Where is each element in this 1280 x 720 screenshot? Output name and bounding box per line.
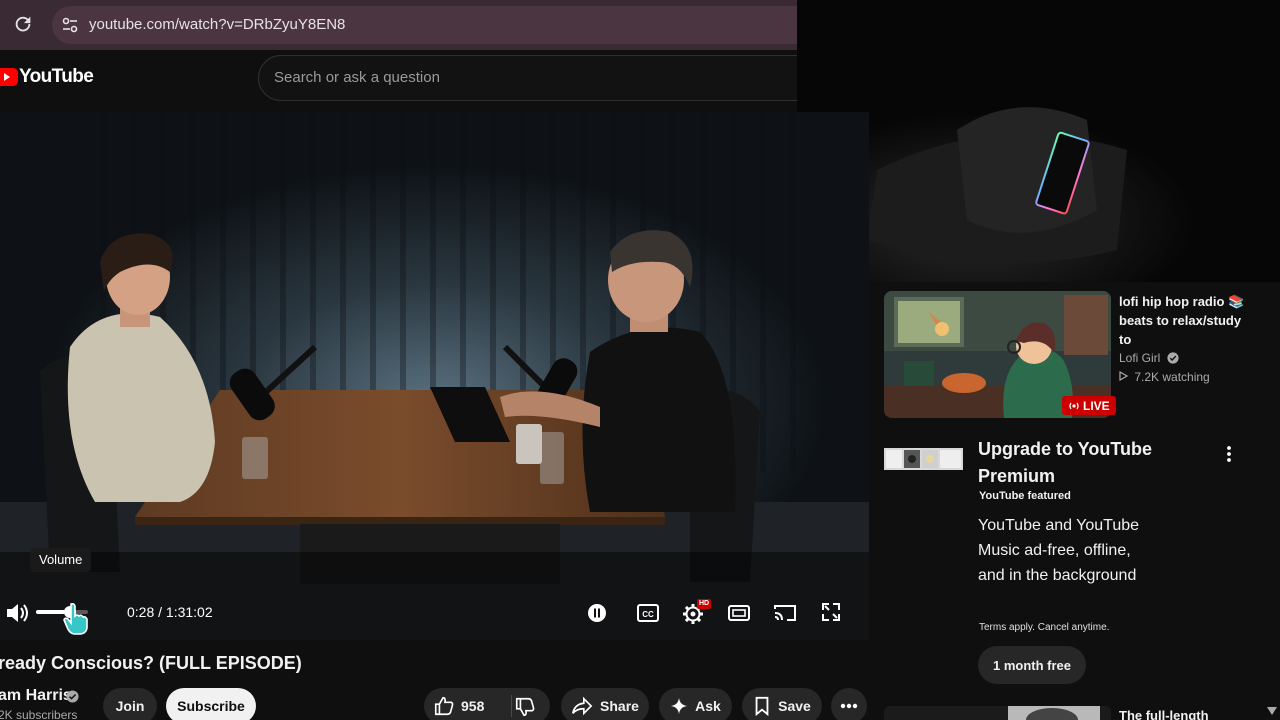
volume-icon[interactable] xyxy=(4,601,30,625)
live-broadcast-icon xyxy=(1069,402,1079,409)
dislike-icon[interactable] xyxy=(514,696,536,718)
youtube-header: YouTube Search or ask a question xyxy=(0,50,818,112)
bookmark-icon xyxy=(755,696,769,716)
lofi-channel-name[interactable]: Lofi Girl xyxy=(1119,351,1179,365)
reload-icon[interactable] xyxy=(12,13,34,35)
webcam-image xyxy=(797,0,1280,282)
next-video-image xyxy=(884,706,1111,720)
more-actions-button[interactable] xyxy=(831,688,867,720)
lofi-watching-text: 7.2K watching xyxy=(1134,370,1210,384)
join-button[interactable]: Join xyxy=(103,688,157,720)
search-placeholder: Search or ask a question xyxy=(274,69,440,86)
premium-terms: Terms apply. Cancel anytime. xyxy=(979,622,1110,633)
scroll-down-arrow-icon[interactable] xyxy=(1266,706,1278,716)
next-video-thumbnail[interactable] xyxy=(884,706,1111,720)
free-trial-button[interactable]: 1 month free xyxy=(978,646,1086,684)
share-button[interactable]: Share xyxy=(561,688,649,720)
verified-badge-icon xyxy=(1167,352,1179,364)
youtube-wordmark: YouTube xyxy=(19,66,94,87)
lofi-video-title[interactable]: lofi hip hop radio 📚 beats to relax/stud… xyxy=(1119,292,1249,349)
more-horizontal-icon xyxy=(840,703,858,709)
free-trial-label: 1 month free xyxy=(992,657,1071,673)
youtube-logo[interactable]: YouTube xyxy=(0,66,94,88)
live-label: LIVE xyxy=(1083,398,1110,413)
share-label: Share xyxy=(600,698,639,714)
hd-badge: HD xyxy=(697,599,712,609)
ask-button[interactable]: Ask xyxy=(659,688,732,720)
video-title: ready Conscious? (FULL EPISODE) xyxy=(0,653,302,673)
webcam-overlay xyxy=(797,0,1280,282)
premium-title[interactable]: Upgrade to YouTube Premium xyxy=(978,436,1178,490)
browser-toolbar: youtube.com/watch?v=DRbZyuY8EN8 xyxy=(0,0,797,50)
ask-label: Ask xyxy=(695,698,721,714)
save-label: Save xyxy=(778,698,811,714)
like-dislike-bar: 958 xyxy=(424,688,550,720)
subscribe-button[interactable]: Subscribe xyxy=(166,688,256,720)
settings-button[interactable]: HD xyxy=(681,599,712,627)
search-input[interactable]: Search or ask a question xyxy=(258,55,818,101)
youtube-play-logo-icon xyxy=(0,68,18,86)
like-icon[interactable] xyxy=(433,695,455,717)
lofi-channel-text: Lofi Girl xyxy=(1119,351,1161,365)
share-icon xyxy=(572,696,593,716)
site-settings-icon[interactable] xyxy=(60,15,80,35)
subscriber-count: 2K subscribers xyxy=(0,708,78,720)
sparkle-icon xyxy=(671,697,688,715)
closed-captions-icon[interactable]: CC xyxy=(636,601,660,625)
save-button[interactable]: Save xyxy=(742,688,822,720)
time-display: 0:28 / 1:31:02 xyxy=(127,604,213,620)
pause-icon[interactable] xyxy=(586,602,608,624)
join-label: Join xyxy=(115,698,145,714)
video-frame xyxy=(0,112,869,640)
premium-description: YouTube and YouTube Music ad-free, offli… xyxy=(978,517,1140,584)
theater-mode-icon[interactable] xyxy=(727,601,751,625)
fullscreen-icon[interactable] xyxy=(820,601,842,623)
more-vertical-icon[interactable] xyxy=(1224,444,1234,464)
player-controls: 0:28 / 1:31:02 CC HD xyxy=(0,590,869,636)
video-player[interactable] xyxy=(0,112,869,640)
volume-tooltip: Volume xyxy=(30,548,92,572)
channel-name[interactable]: am Harris xyxy=(0,687,72,705)
address-bar[interactable]: youtube.com/watch?v=DRbZyuY8EN8 xyxy=(52,6,797,44)
next-video-title[interactable]: The full-length xyxy=(1119,708,1209,720)
like-count: 958 xyxy=(461,698,485,714)
url-text[interactable]: youtube.com/watch?v=DRbZyuY8EN8 xyxy=(89,16,345,33)
hand-cursor-icon xyxy=(63,602,88,635)
cast-icon[interactable] xyxy=(773,601,797,625)
lofi-watching-count: 7.2K watching xyxy=(1119,370,1210,384)
live-badge: LIVE xyxy=(1062,396,1116,415)
premium-promo-thumbnail[interactable] xyxy=(884,448,963,470)
verified-badge-icon xyxy=(66,690,79,703)
volume-tooltip-text: Volume xyxy=(39,552,83,567)
like-divider xyxy=(511,695,512,717)
svg-text:CC: CC xyxy=(642,610,654,619)
play-outline-icon xyxy=(1119,370,1129,382)
subscribe-label: Subscribe xyxy=(177,698,245,714)
premium-tag: YouTube featured xyxy=(979,490,1071,502)
